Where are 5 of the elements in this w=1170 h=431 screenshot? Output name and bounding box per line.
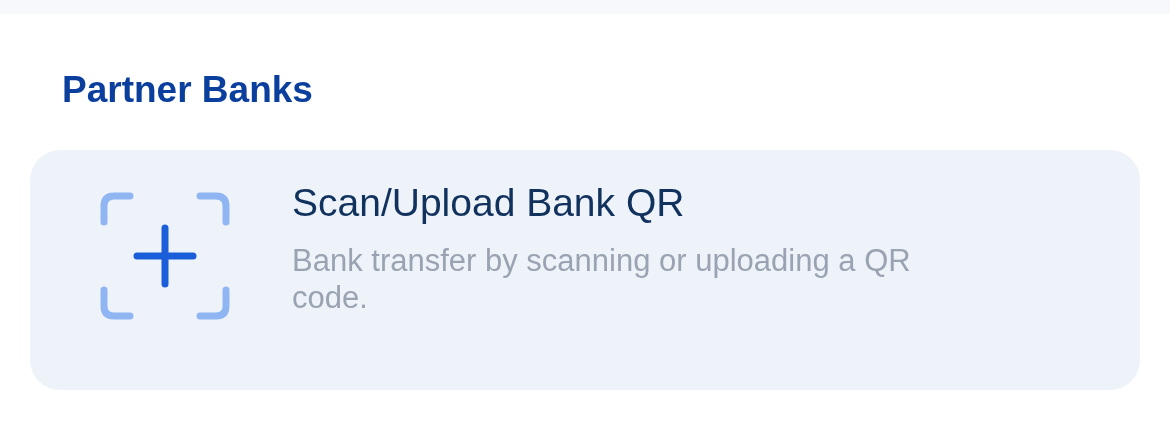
card-description: Bank transfer by scanning or uploading a QR code. xyxy=(292,242,912,316)
scan-card[interactable]: Scan/Upload Bank QR Bank transfer by scanning or uploading a QR code. xyxy=(30,150,1140,390)
card-title: Scan/Upload Bank QR xyxy=(292,180,686,226)
section-title: Partner Banks xyxy=(62,68,314,112)
scan-plus-icon xyxy=(100,192,230,320)
